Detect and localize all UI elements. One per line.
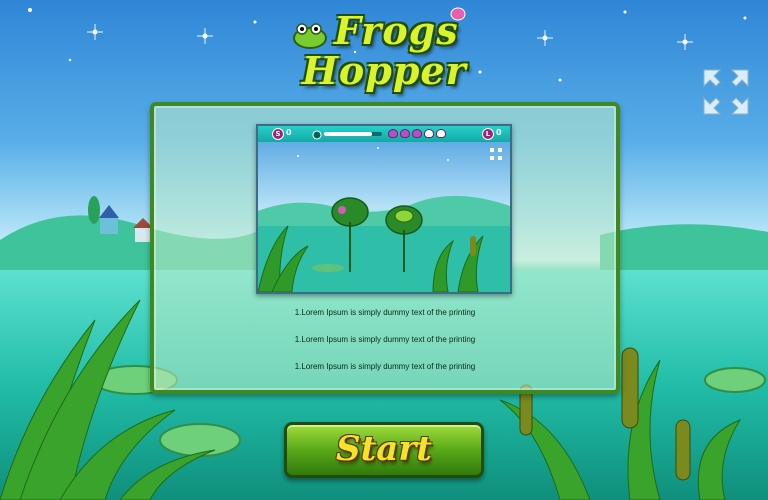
lives-badge: L [482, 128, 494, 140]
flower-icon [424, 129, 434, 138]
instruction-line-2: 1.Lorem Ipsum is simply dummy text of th… [294, 335, 476, 344]
gameplay-preview: S 0 L 0 [256, 124, 512, 294]
logo-title-line2: Hopper [302, 48, 467, 93]
flower-icon [400, 129, 410, 138]
right-hill [600, 224, 768, 270]
flower-icon [388, 129, 398, 138]
logo-title-line1: Frogs [334, 8, 459, 53]
start-button[interactable]: Start [284, 422, 484, 478]
preview-hud: S 0 L 0 [258, 126, 510, 142]
instruction-line-3: 1.Lorem Ipsum is simply dummy text of th… [294, 362, 476, 371]
instruction-line-1: 1.Lorem Ipsum is simply dummy text of th… [294, 308, 476, 317]
expand-arrows-icon [703, 69, 749, 115]
game-screen: Frogs Hopper S 0 L 0 1.Lorem Ipsum is si… [0, 0, 768, 500]
preview-scene [258, 126, 510, 292]
flower-icon [412, 129, 422, 138]
stopwatch-icon [312, 130, 322, 140]
fullscreen-icon[interactable] [702, 68, 750, 116]
start-button-label: Start [336, 429, 432, 469]
lives-value: 0 [496, 128, 502, 137]
flower-icon [436, 129, 446, 138]
score-badge: S [272, 128, 284, 140]
timer-fill [324, 132, 372, 136]
frog-icon [293, 23, 327, 49]
timer-bar [324, 132, 382, 136]
score-value: 0 [286, 128, 292, 137]
game-logo: Frogs Hopper [288, 6, 488, 96]
